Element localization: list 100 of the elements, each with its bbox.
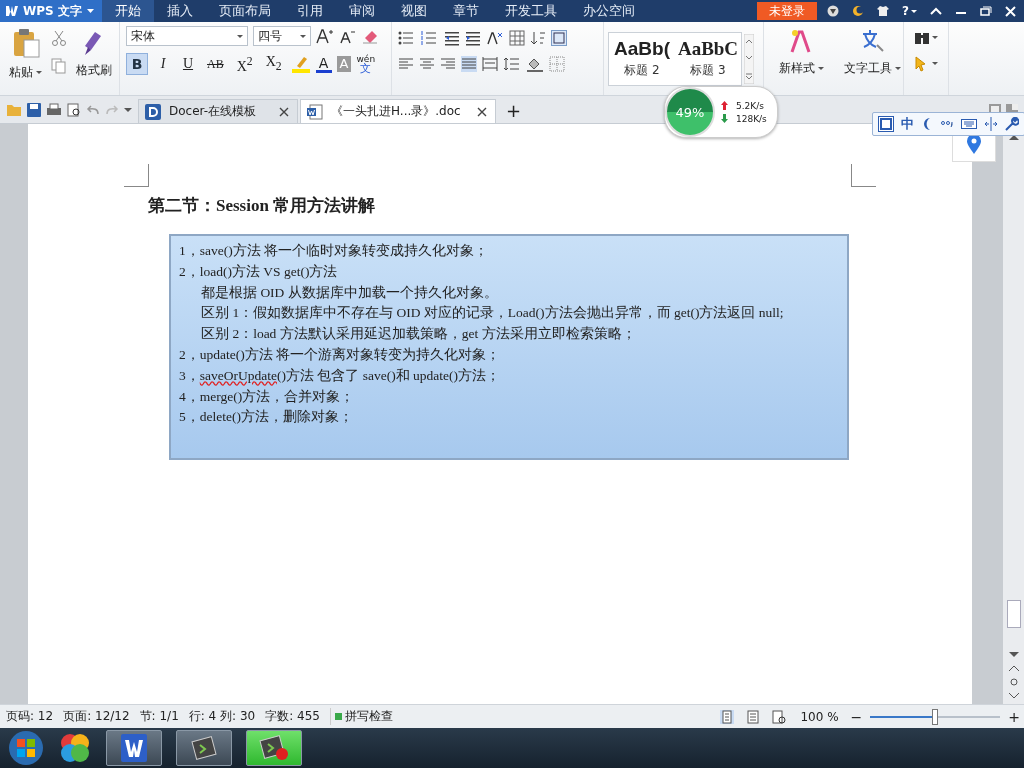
shrink-font-icon[interactable]	[339, 28, 357, 44]
paste-button[interactable]: 粘贴	[6, 26, 45, 83]
split-arrows-icon[interactable]	[984, 117, 998, 131]
menu-tab[interactable]: 引用	[283, 0, 336, 22]
text-tools-button[interactable]: 文字工具	[841, 26, 904, 91]
align-right-icon[interactable]	[440, 56, 456, 72]
status-field: 字数: 455	[265, 708, 325, 725]
download-rate: 128K/s	[736, 113, 767, 124]
text-line: 2，update()方法 将一个游离对象转变为持久化对象；	[179, 346, 502, 364]
menu-tab[interactable]: 办公空间	[569, 0, 648, 22]
text-line: 2，load()方法 VS get()方法	[179, 262, 339, 281]
eraser-icon[interactable]	[362, 28, 380, 44]
new-style-button[interactable]: 新样式	[776, 26, 827, 91]
app-menu-button[interactable]: WPS 文字	[0, 0, 102, 22]
text-line: 3，saveOrUpdate()方法 包含了 save()和 update()方法；	[179, 366, 502, 385]
zoom-in-button[interactable]: +	[1004, 708, 1024, 725]
bullet-list-icon[interactable]	[398, 30, 416, 46]
recorder-app-icon	[259, 735, 289, 761]
format-toggle[interactable]: X$_{2}$	[261, 52, 286, 77]
menu-tab[interactable]: 页面布局	[205, 0, 284, 22]
show-marks-icon[interactable]	[551, 30, 567, 46]
select-pointer-icon[interactable]	[914, 56, 938, 72]
web-view-icon[interactable]	[772, 709, 787, 724]
collapse-icon[interactable]	[930, 7, 942, 15]
document-tab[interactable]: Docer-在线模板	[138, 99, 298, 123]
wrench-icon[interactable]	[1005, 117, 1019, 131]
print-icon[interactable]	[46, 102, 62, 117]
colorful-app-icon[interactable]	[58, 731, 92, 765]
align-center-icon[interactable]	[419, 56, 435, 72]
zoom-out-button[interactable]: −	[846, 708, 867, 725]
browse-object-icon[interactable]	[1009, 678, 1018, 686]
gallery-scroll-icon[interactable]	[744, 33, 754, 84]
start-orb-icon[interactable]	[8, 730, 44, 766]
style-preset[interactable]: AaBb( 标题 2	[609, 32, 675, 85]
format-toggle[interactable]: I	[153, 54, 173, 75]
menu-tab[interactable]: 审阅	[335, 0, 388, 22]
outline-view-icon[interactable]	[746, 709, 761, 724]
sort-icon[interactable]	[530, 30, 546, 46]
close-icon[interactable]	[1005, 5, 1016, 17]
text-direction-icon[interactable]	[486, 30, 504, 46]
taskbar-button[interactable]	[246, 730, 302, 766]
format-toggle[interactable]: U	[178, 54, 198, 75]
text-line: 区别 2：load 方法默认采用延迟加载策略，get 方法采用立即检索策略；	[200, 325, 637, 344]
ime-logo-icon[interactable]	[878, 116, 894, 132]
shirt-icon[interactable]	[877, 5, 890, 17]
caret-icon	[895, 67, 901, 70]
phonetic-guide-button[interactable]: wén 文	[356, 54, 376, 75]
document-tab[interactable]: 《一头扎进H...录》.doc	[300, 99, 496, 123]
scroll-down-icon[interactable]	[1008, 652, 1019, 658]
slider-thumb[interactable]	[932, 708, 939, 725]
caret-icon	[300, 34, 306, 38]
text-line: 4，merge()方法，合并对象；	[179, 387, 356, 406]
format-toggle[interactable]: B	[126, 53, 148, 76]
keyboard-icon[interactable]	[961, 119, 977, 129]
spell-check-button[interactable]: 拼写检查	[329, 708, 398, 725]
menu-tab[interactable]: 视图	[387, 0, 440, 22]
font-size-field[interactable]: 四号	[253, 26, 311, 46]
format-toggle[interactable]: AB	[203, 54, 228, 75]
table-grid-icon[interactable]	[509, 30, 525, 46]
taskbar-button[interactable]	[106, 730, 162, 766]
menu-tab[interactable]: 开发工具	[491, 0, 570, 22]
menu-tab[interactable]: 开始	[101, 0, 154, 22]
next-page-icon[interactable]	[1008, 692, 1019, 700]
status-field: 页码: 12	[6, 708, 59, 725]
increase-indent-icon[interactable]	[465, 30, 481, 46]
align-left-icon[interactable]	[398, 56, 414, 72]
grow-font-icon[interactable]	[316, 28, 334, 44]
line-spacing-icon[interactable]	[503, 56, 521, 72]
moon-icon[interactable]	[852, 5, 865, 17]
binoculars-icon[interactable]	[914, 30, 938, 46]
numbered-list-icon[interactable]	[421, 30, 439, 46]
new-tab-button[interactable]: +	[498, 99, 530, 123]
scissors-icon[interactable]	[51, 30, 67, 46]
format-painter-button[interactable]: 格式刷	[73, 26, 115, 81]
ime-mode-button[interactable]: 中	[901, 115, 914, 133]
style-preset[interactable]: AaBbC 标题 3	[675, 32, 741, 85]
page-view-icon[interactable]	[720, 709, 735, 724]
punctuation-icon[interactable]	[940, 119, 954, 129]
menu-tab[interactable]: 插入	[153, 0, 206, 22]
download-arrow-icon	[721, 114, 728, 123]
restore-icon[interactable]	[980, 6, 992, 16]
scrollbar-thumb[interactable]	[1006, 600, 1021, 628]
distribute-icon[interactable]	[482, 56, 498, 72]
caret-icon	[818, 67, 824, 70]
status-field: 页面: 12/12	[63, 708, 135, 725]
scroll-up-icon[interactable]	[1008, 134, 1019, 140]
font-color-button[interactable]: A	[315, 55, 332, 73]
help-button[interactable]: ?	[902, 4, 917, 18]
format-toggle[interactable]: X$^{2}$	[232, 52, 257, 77]
caret-icon[interactable]	[124, 107, 132, 112]
decrease-indent-icon[interactable]	[444, 30, 460, 46]
font-name-field[interactable]: 宋体	[126, 26, 248, 46]
text-line: 1，save()方法 将一个临时对象转变成持久化对象；	[179, 242, 490, 260]
save-icon[interactable]	[27, 102, 41, 117]
print-preview-icon[interactable]	[67, 102, 81, 117]
taskbar-button[interactable]	[176, 730, 232, 766]
prev-page-icon[interactable]	[1008, 664, 1019, 672]
page-corner-mark	[124, 164, 149, 187]
paint-bucket-icon[interactable]	[526, 56, 544, 72]
menu-tab[interactable]: 章节	[439, 0, 492, 22]
